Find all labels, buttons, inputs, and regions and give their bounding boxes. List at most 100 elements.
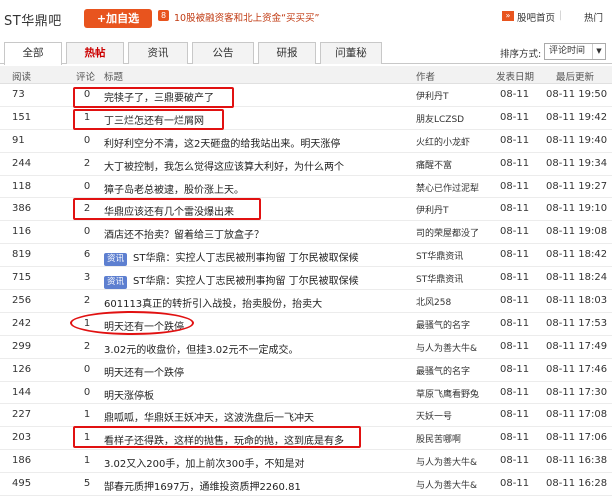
news-headline-link[interactable]: 10股被融资客和北上资金“买买买”	[174, 10, 319, 24]
post-title-text[interactable]: ST华鼎：实控人丁志民被刑事拘留 丁尔民被取保候	[133, 253, 359, 264]
tab-all[interactable]: 全部	[4, 42, 62, 65]
post-title-text[interactable]: 华鼎应该还有几个雷没爆出来	[104, 207, 234, 218]
author-link[interactable]: ST华鼎资讯	[416, 272, 463, 285]
post-title[interactable]: 资讯 ST华鼎：实控人丁志民被刑事拘留 丁尔民被取保候	[104, 249, 359, 267]
post-title-text[interactable]: 完犊子了，三鼎要破产了	[104, 93, 214, 104]
author-link[interactable]: 伊利丹T	[416, 89, 449, 102]
table-row[interactable]: 73 0 伊利丹T 08-11 08-11 19:50 完犊子了，三鼎要破产了	[0, 84, 612, 107]
sort-label: 排序方式:	[500, 49, 542, 60]
author-link[interactable]: 最骚气的名字	[416, 318, 470, 331]
post-title[interactable]: 完犊子了，三鼎要破产了	[104, 89, 214, 104]
tab-research[interactable]: 研报	[258, 42, 316, 64]
forum-home-link[interactable]: 股吧首页	[517, 10, 555, 24]
table-row[interactable]: 715 3 ST华鼎资讯 08-11 08-11 18:24 资讯 ST华鼎：实控人丁志民被…	[0, 267, 612, 291]
last-update-time: 08-11 17:49	[546, 340, 608, 352]
post-title-text[interactable]: 明天还有一个跌停	[104, 368, 184, 379]
table-row[interactable]: 242 1 最骚气的名字 08-11 08-11 17:53 明天还有一个跌停	[0, 313, 612, 336]
author-link[interactable]: 司的荣屋都没了	[416, 226, 479, 239]
post-title-text[interactable]: 明天还有一个跌停	[104, 322, 184, 333]
post-title-text[interactable]: 鼎呱呱，华鼎妖王妖冲天，这波洗盘后一飞冲天	[104, 413, 314, 424]
post-title[interactable]: 利好利空分不清，这2天砸盘的给我站出来。明天涨停	[104, 135, 340, 150]
author-link[interactable]: 禁心已作过泥犁	[416, 181, 479, 194]
post-title-text[interactable]: 丁三烂怎还有一烂屑网	[104, 116, 204, 127]
post-title[interactable]: 丁三烂怎还有一烂屑网	[104, 112, 204, 127]
column-read: 阅读	[12, 72, 32, 83]
post-title-text[interactable]: 601113真正的转折引入战投，抬卖股份，抬卖大	[104, 299, 322, 310]
last-update-time: 08-11 17:30	[546, 386, 608, 398]
post-title-text[interactable]: 郜春元质押1697万，通维投资质押2260.81	[104, 482, 301, 493]
post-title[interactable]: 獐子岛老总被逮，股价涨上天。	[104, 181, 244, 196]
author-link[interactable]: 伊利丹T	[416, 203, 449, 216]
author-link[interactable]: 痛醒不富	[416, 158, 452, 171]
table-row[interactable]: 299 2 与人为善大牛& 08-11 08-11 17:49 3.02元的收盘价，但挂3…	[0, 336, 612, 359]
post-title-text[interactable]: 大丁被控制，我怎么觉得这应该算大利好，为什么两个	[104, 162, 344, 173]
author-link[interactable]: 与人为善大牛&	[416, 341, 477, 354]
post-date: 08-11	[500, 455, 530, 467]
table-row[interactable]: 144 0 草原飞鹰看野兔 08-11 08-11 17:30 明天涨停板	[0, 382, 612, 405]
table-row[interactable]: 116 0 司的荣屋都没了 08-11 08-11 19:08 酒店还不抬卖？留着给三丁放…	[0, 221, 612, 245]
post-title-text[interactable]: 3.02又入200手，加上前次300手，不知是对	[104, 459, 304, 470]
post-date: 08-11	[500, 432, 530, 444]
author-link[interactable]: 天妖一号	[416, 409, 452, 422]
post-title[interactable]: 3.02元的收盘价，但挂3.02元不一定成交。	[104, 341, 299, 356]
author-link[interactable]: 火红的小龙虾	[416, 135, 470, 148]
author-link[interactable]: ST华鼎资讯	[416, 249, 463, 262]
author-link[interactable]: 朋友LCZSD	[416, 112, 464, 125]
comment-count: 0	[83, 386, 91, 398]
post-title[interactable]: 鼎呱呱，华鼎妖王妖冲天，这波洗盘后一飞冲天	[104, 409, 314, 424]
table-row[interactable]: 186 1 与人为善大牛& 08-11 08-11 16:38 3.02又入200手，加上…	[0, 450, 612, 474]
table-row[interactable]: 126 0 最骚气的名字 08-11 08-11 17:46 明天还有一个跌停	[0, 359, 612, 382]
hot-link[interactable]: 热门	[584, 10, 603, 24]
table-row[interactable]: 118 0 禁心已作过泥犁 08-11 08-11 19:27 獐子岛老总被逮，股价涨上天…	[0, 176, 612, 199]
post-title-text[interactable]: 3.02元的收盘价，但挂3.02元不一定成交。	[104, 345, 299, 356]
author-link[interactable]: 股民苦哪啊	[416, 432, 461, 445]
author-link[interactable]: 草原飞鹰看野兔	[416, 387, 479, 400]
tab-hot[interactable]: 热帖	[66, 42, 124, 64]
read-count: 151	[12, 111, 32, 123]
post-title[interactable]: 大丁被控制，我怎么觉得这应该算大利好，为什么两个	[104, 158, 344, 173]
tab-news[interactable]: 资讯	[128, 42, 188, 64]
author-link[interactable]: 北风258	[416, 295, 451, 308]
separator: |	[559, 10, 563, 21]
tab-ask-secretary[interactable]: 问董秘	[320, 42, 382, 64]
post-title-text[interactable]: 獐子岛老总被逮，股价涨上天。	[104, 185, 244, 196]
post-title[interactable]: 酒店还不抬卖？留着给三丁放盒子？	[104, 226, 264, 241]
post-title-text[interactable]: ST华鼎：实控人丁志民被刑事拘留 丁尔民被取保候	[133, 276, 359, 287]
post-title[interactable]: 明天涨停板	[104, 387, 154, 402]
author-link[interactable]: 与人为善大牛&	[416, 478, 477, 491]
post-title[interactable]: 资讯 ST华鼎：实控人丁志民被刑事拘留 丁尔民被取保候	[104, 272, 359, 290]
comment-count: 2	[83, 295, 91, 307]
table-row[interactable]: 495 5 与人为善大牛& 08-11 08-11 16:28 郜春元质押1697万，通维…	[0, 473, 612, 497]
table-row[interactable]: 386 2 伊利丹T 08-11 08-11 19:10 华鼎应该还有几个雷没爆出来	[0, 198, 612, 222]
table-row[interactable]: 819 6 ST华鼎资讯 08-11 08-11 18:42 资讯 ST华鼎：实控人丁志民被…	[0, 244, 612, 268]
add-to-watchlist-button[interactable]: +加自选	[84, 9, 152, 28]
post-title[interactable]: 看样子还得跌，这样的抛售，玩命的抛，这到底是有多	[104, 432, 344, 447]
post-title-text[interactable]: 酒店还不抬卖？留着给三丁放盒子？	[104, 230, 264, 241]
table-row[interactable]: 91 0 火红的小龙虾 08-11 08-11 19:40 利好利空分不清，这2天砸盘的给…	[0, 130, 612, 153]
post-title[interactable]: 华鼎应该还有几个雷没爆出来	[104, 203, 234, 218]
post-title[interactable]: 601113真正的转折引入战投，抬卖股份，抬卖大	[104, 295, 322, 310]
post-date: 08-11	[500, 386, 530, 398]
table-row[interactable]: 244 2 痛醒不富 08-11 08-11 19:34 大丁被控制，我怎么觉得这应该算大…	[0, 153, 612, 176]
author-link[interactable]: 最骚气的名字	[416, 364, 470, 377]
post-title-text[interactable]: 看样子还得跌，这样的抛售，玩命的抛，这到底是有多	[104, 436, 344, 447]
post-title-text[interactable]: 利好利空分不清，这2天砸盘的给我站出来。明天涨停	[104, 139, 340, 150]
sort-select[interactable]: 评论时间 ▼	[544, 43, 606, 60]
post-title[interactable]: 3.02又入200手，加上前次300手，不知是对	[104, 455, 304, 470]
tab-announcements[interactable]: 公告	[192, 42, 254, 64]
post-date: 08-11	[500, 340, 530, 352]
table-row[interactable]: 203 1 股民苦哪啊 08-11 08-11 17:06 看样子还得跌，这样的抛售，玩命…	[0, 427, 612, 451]
table-row[interactable]: 151 1 朋友LCZSD 08-11 08-11 19:42 丁三烂怎还有一烂屑网	[0, 107, 612, 130]
post-title[interactable]: 明天还有一个跌停	[104, 318, 184, 333]
forum-title: ST华鼎吧	[4, 14, 62, 29]
comment-count: 0	[83, 89, 91, 100]
post-title-text[interactable]: 明天涨停板	[104, 391, 154, 402]
comment-count: 0	[83, 226, 91, 238]
author-link[interactable]: 与人为善大牛&	[416, 455, 477, 468]
comment-count: 0	[83, 134, 91, 146]
table-row[interactable]: 227 1 天妖一号 08-11 08-11 17:08 鼎呱呱，华鼎妖王妖冲天，这波洗盘…	[0, 404, 612, 428]
post-title[interactable]: 明天还有一个跌停	[104, 364, 184, 379]
post-title[interactable]: 郜春元质押1697万，通维投资质押2260.81	[104, 478, 301, 493]
table-row[interactable]: 256 2 北风258 08-11 08-11 18:03 601113真正的转折引入战投…	[0, 290, 612, 313]
post-date: 08-11	[500, 180, 530, 192]
